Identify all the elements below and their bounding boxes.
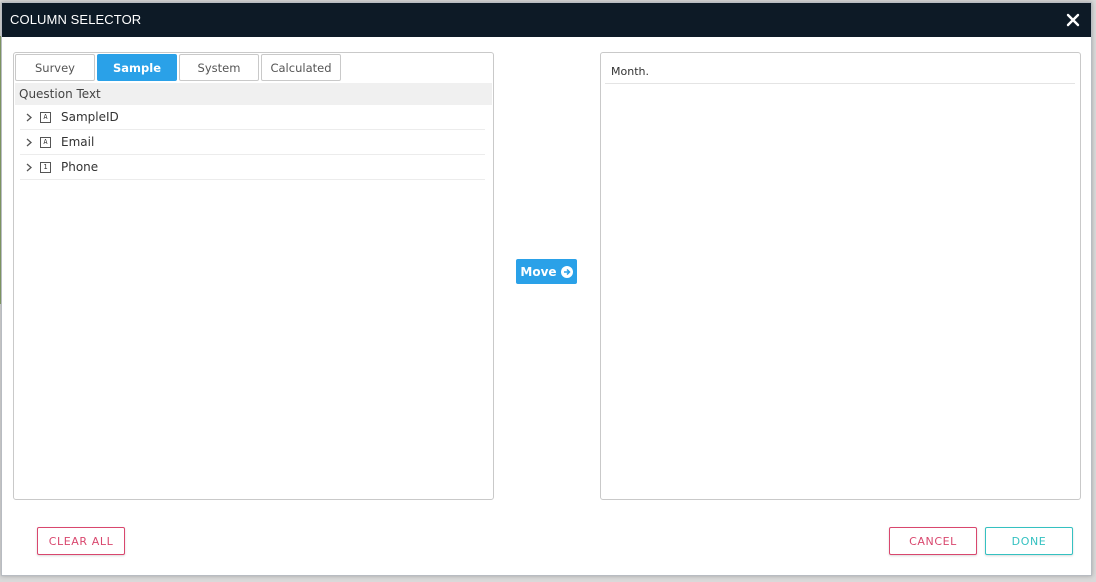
- tab-calculated[interactable]: Calculated: [261, 54, 341, 81]
- move-button-label: Move: [520, 264, 557, 279]
- tree-item-phone[interactable]: 1 Phone: [20, 155, 485, 180]
- done-button[interactable]: DONE: [985, 527, 1073, 555]
- tab-system[interactable]: System: [179, 54, 259, 81]
- chevron-right-icon[interactable]: [22, 138, 36, 147]
- selected-columns-panel: Month.: [600, 52, 1081, 500]
- close-icon[interactable]: [1063, 10, 1083, 30]
- available-columns-panel: Survey Sample System Calculated Question…: [13, 52, 494, 500]
- text-type-icon: A: [40, 136, 51, 148]
- move-button[interactable]: Move: [516, 259, 577, 284]
- column-tree: A SampleID A Email 1 Phone: [20, 105, 485, 180]
- tree-item-email[interactable]: A Email: [20, 130, 485, 155]
- column-source-tabs: Survey Sample System Calculated: [15, 54, 341, 82]
- number-type-icon: 1: [40, 161, 51, 173]
- text-type-icon: A: [40, 111, 51, 123]
- question-text-header: Question Text: [15, 83, 492, 105]
- tree-item-label: SampleID: [61, 110, 119, 124]
- column-selector-dialog: COLUMN SELECTOR Survey Sample System Cal…: [1, 2, 1092, 576]
- clear-all-button[interactable]: CLEAR ALL: [37, 527, 125, 555]
- tree-item-label: Email: [61, 135, 95, 149]
- dialog-titlebar: COLUMN SELECTOR: [2, 3, 1091, 37]
- chevron-right-icon[interactable]: [22, 163, 36, 172]
- chevron-right-icon[interactable]: [22, 113, 36, 122]
- tab-sample[interactable]: Sample: [97, 54, 177, 81]
- dialog-title: COLUMN SELECTOR: [10, 12, 142, 27]
- arrow-right-circle-icon: [560, 265, 573, 278]
- tree-item-sampleid[interactable]: A SampleID: [20, 105, 485, 130]
- tab-survey[interactable]: Survey: [15, 54, 95, 81]
- selected-column-item[interactable]: Month.: [605, 59, 1075, 84]
- cancel-button[interactable]: CANCEL: [889, 527, 977, 555]
- tree-item-label: Phone: [61, 160, 99, 174]
